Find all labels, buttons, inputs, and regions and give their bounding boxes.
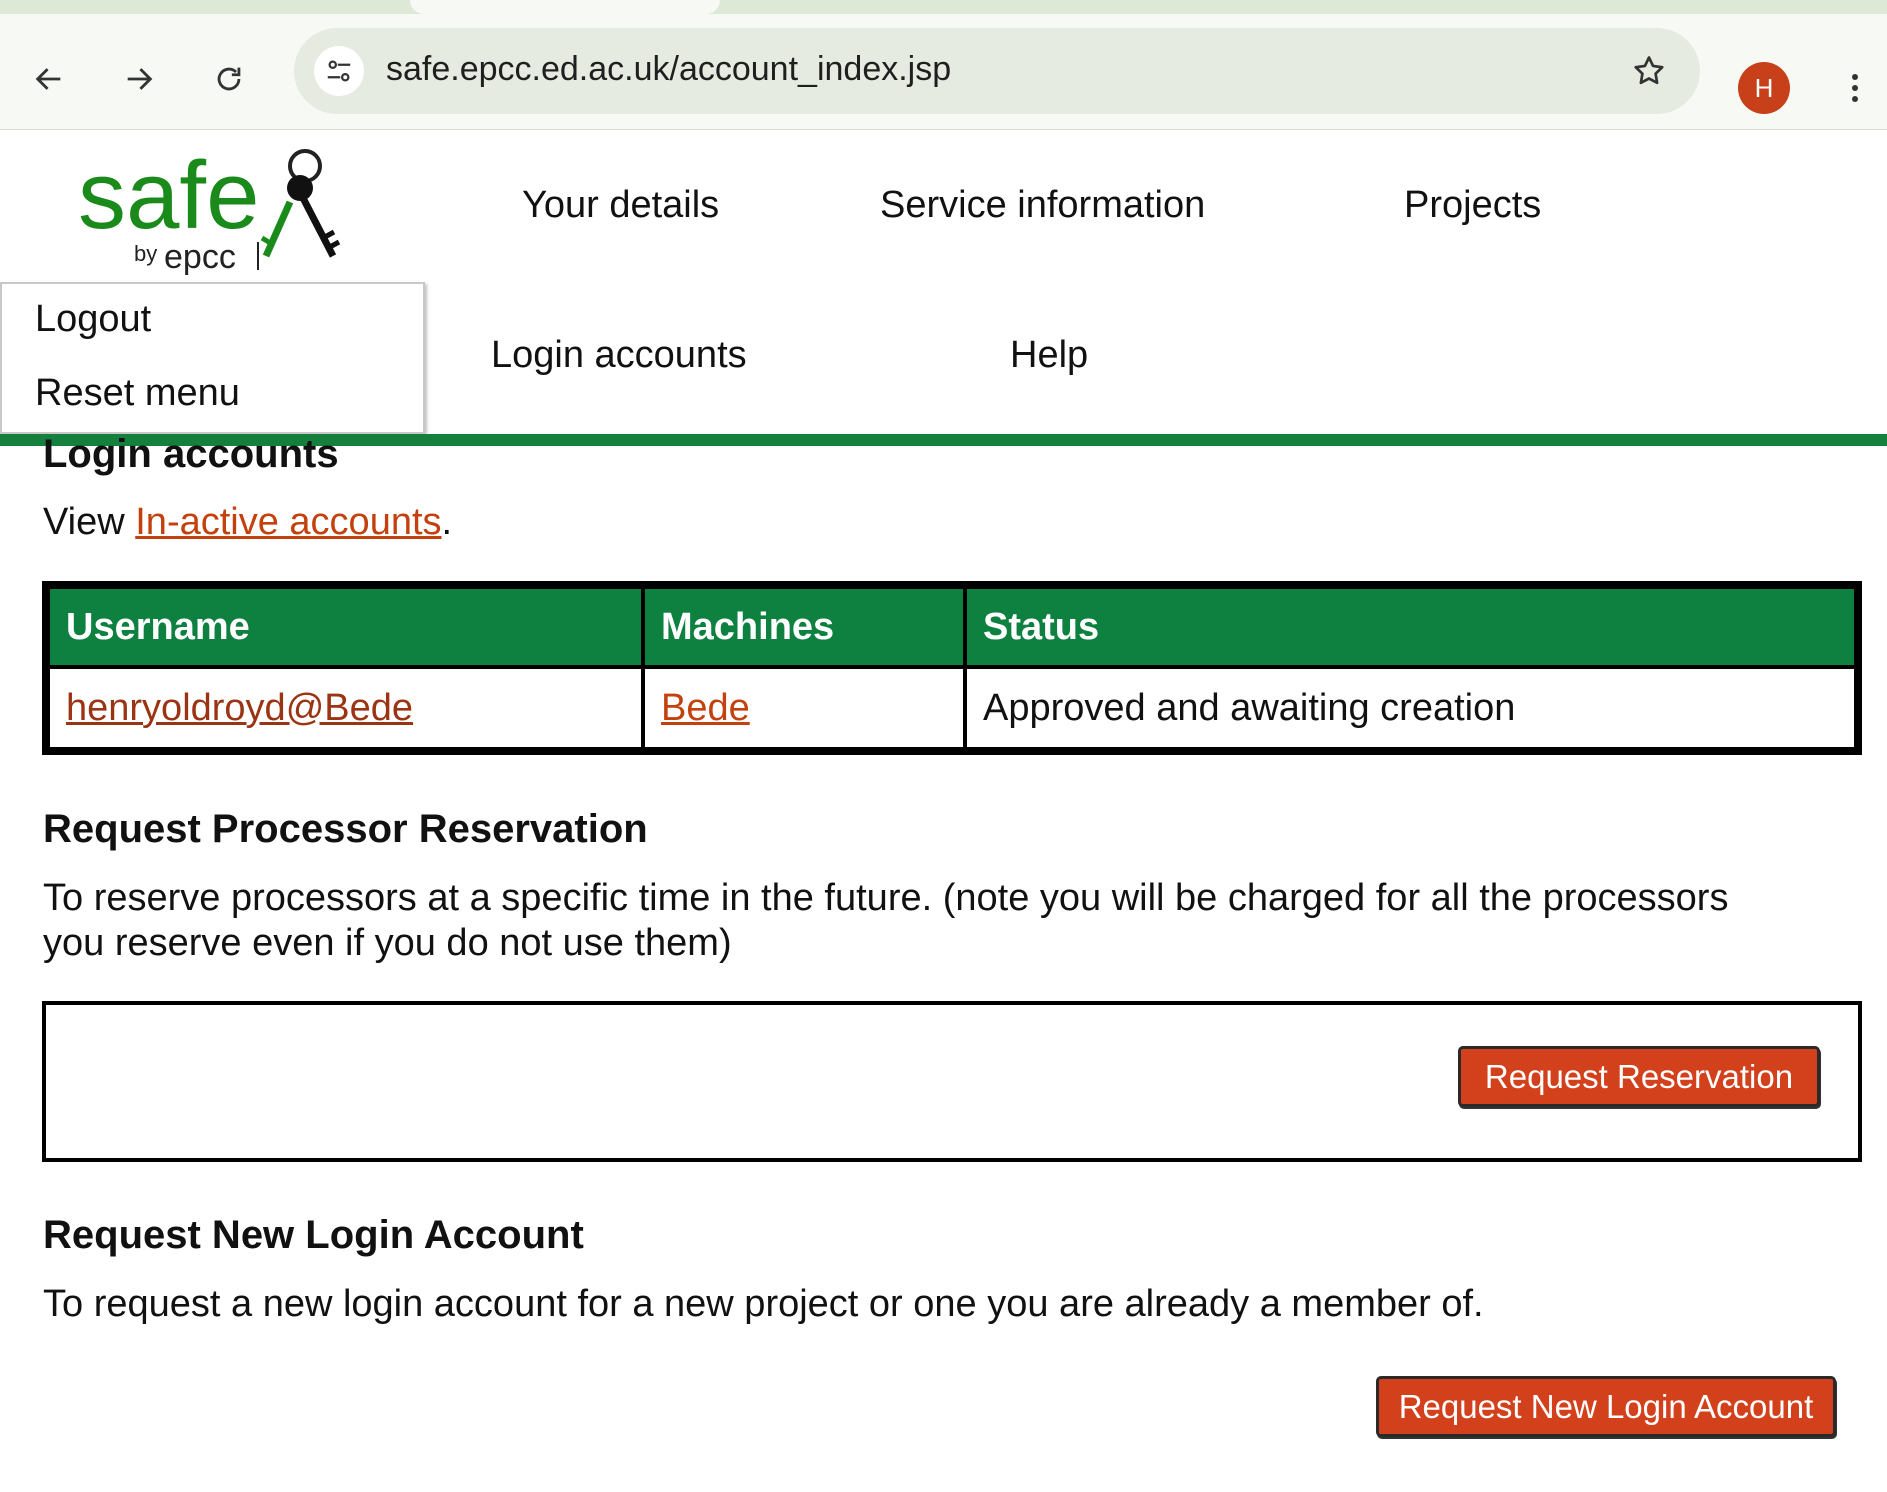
nav-login-accounts[interactable]: Login accounts <box>491 334 747 377</box>
safe-logo[interactable]: safe by epcc <box>78 142 348 276</box>
new-account-heading: Request New Login Account <box>43 1213 584 1257</box>
tune-icon <box>327 60 351 82</box>
reload-button[interactable] <box>204 54 254 104</box>
bookmark-star-button[interactable] <box>1624 46 1674 96</box>
column-header-status: Status <box>963 583 1860 669</box>
logout-menu-item[interactable]: Logout <box>35 298 151 341</box>
nav-your-details[interactable]: Your details <box>522 184 719 227</box>
reservation-description-line1: To reserve processors at a specific time… <box>43 877 1729 919</box>
reset-menu-item[interactable]: Reset menu <box>35 372 240 415</box>
view-inactive-line: View In-active accounts. <box>43 501 453 543</box>
browser-menu-button[interactable] <box>1840 58 1870 118</box>
safe-logo-graphic: safe by epcc <box>78 142 341 276</box>
reservation-heading: Request Processor Reservation <box>43 807 648 851</box>
request-reservation-button[interactable]: Request Reservation <box>1458 1046 1820 1107</box>
site-info-button[interactable] <box>314 46 364 96</box>
logo-by: by <box>134 241 157 266</box>
logo-org: epcc <box>164 238 236 276</box>
username-cell: henryoldroyd@Bede <box>44 665 645 753</box>
tab-strip <box>0 0 1887 14</box>
more-vertical-icon <box>1852 74 1858 102</box>
forward-button[interactable] <box>114 54 164 104</box>
nav-service-information[interactable]: Service information <box>880 184 1205 227</box>
column-header-username: Username <box>44 583 645 669</box>
active-tab[interactable] <box>410 0 720 14</box>
url-text[interactable]: safe.epcc.ed.ac.uk/account_index.jsp <box>386 50 951 89</box>
machine-link[interactable]: Bede <box>661 687 750 729</box>
profile-avatar[interactable]: H <box>1738 62 1790 114</box>
request-new-login-account-button[interactable]: Request New Login Account <box>1376 1376 1836 1437</box>
address-bar[interactable]: safe.epcc.ed.ac.uk/account_index.jsp <box>294 28 1700 114</box>
arrow-left-icon <box>35 68 61 90</box>
inactive-accounts-link[interactable]: In-active accounts <box>135 501 441 543</box>
username-link[interactable]: henryoldroyd@Bede <box>66 687 413 729</box>
status-cell: Approved and awaiting creation <box>963 665 1860 753</box>
table-row: henryoldroyd@Bede Bede Approved and awai… <box>44 665 1860 753</box>
user-dropdown-menu: Logout Reset menu <box>0 282 425 434</box>
login-accounts-heading: Login accounts <box>43 432 339 476</box>
star-icon <box>1634 56 1664 85</box>
new-account-description: To request a new login account for a new… <box>43 1283 1484 1325</box>
nav-projects[interactable]: Projects <box>1404 184 1541 227</box>
reservation-description-line2: you reserve even if you do not use them) <box>43 922 732 964</box>
column-header-machines: Machines <box>641 583 967 669</box>
back-button[interactable] <box>24 54 74 104</box>
logo-word: safe <box>78 146 259 249</box>
key-icon <box>260 149 341 258</box>
table-header-row: Username Machines Status <box>44 583 1860 669</box>
nav-help[interactable]: Help <box>1010 334 1088 377</box>
reload-icon <box>217 67 241 91</box>
reservation-form-box: Request Reservation <box>42 1001 1862 1162</box>
browser-toolbar: safe.epcc.ed.ac.uk/account_index.jsp H <box>0 14 1887 130</box>
arrow-right-icon <box>127 68 153 90</box>
login-accounts-table: Username Machines Status henryoldroyd@Be… <box>42 581 1862 755</box>
machine-cell: Bede <box>641 665 967 753</box>
